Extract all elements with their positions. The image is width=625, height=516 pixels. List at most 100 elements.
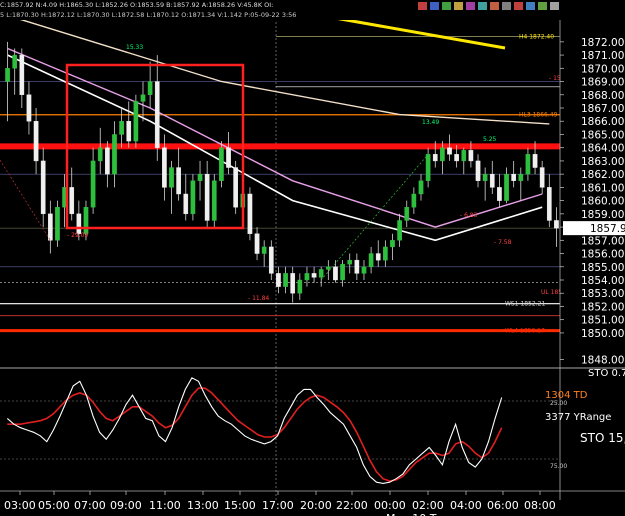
candle-body bbox=[119, 121, 124, 135]
osc-sto-label: STO 15, bbox=[580, 431, 625, 445]
candle-body bbox=[418, 180, 424, 195]
toolbar-icon[interactable] bbox=[442, 2, 451, 10]
candle-body bbox=[283, 273, 288, 287]
background bbox=[0, 0, 625, 516]
candle-body bbox=[375, 253, 381, 261]
toolbar-icon[interactable] bbox=[430, 2, 439, 10]
axis-tick-label: 1863.00 bbox=[581, 156, 624, 168]
axis-tick-label: 1861.00 bbox=[581, 182, 624, 194]
candle bbox=[190, 174, 196, 221]
candle-body bbox=[204, 173, 210, 221]
toolbar-icon[interactable] bbox=[514, 2, 523, 10]
osc-yrange-label: 3377 YRange bbox=[545, 412, 611, 423]
candle-body bbox=[5, 68, 10, 82]
toolbar-icon[interactable] bbox=[418, 2, 427, 10]
candle-body bbox=[468, 150, 474, 162]
axis-tick-label: 1862.00 bbox=[581, 169, 624, 181]
candle-body bbox=[69, 187, 75, 215]
candle-body bbox=[183, 193, 189, 215]
candle-body bbox=[226, 147, 231, 168]
candle-body bbox=[361, 266, 367, 274]
candle-body bbox=[397, 220, 402, 241]
axis-tick-label: 1853.00 bbox=[581, 288, 624, 300]
axis-tick-label: 1868.00 bbox=[581, 90, 624, 102]
axis-tick-label: 1869.00 bbox=[581, 77, 624, 89]
candle-body bbox=[190, 180, 196, 215]
candle-body bbox=[55, 207, 60, 241]
toolbar-icon[interactable] bbox=[490, 2, 499, 10]
axis-tick-label: 1851.00 bbox=[581, 315, 624, 327]
last-price-label: 1857.92 bbox=[590, 223, 625, 235]
candle-body bbox=[475, 160, 481, 181]
candle-body bbox=[546, 187, 552, 221]
candle-body bbox=[83, 207, 89, 234]
axis-tick-label: 1848.00 bbox=[581, 354, 624, 366]
date-label: May 10 Tue bbox=[386, 512, 449, 516]
candle-body bbox=[404, 207, 410, 221]
toolbar-icon[interactable] bbox=[526, 2, 535, 10]
candle-body bbox=[105, 147, 110, 175]
toolbar-icon[interactable] bbox=[466, 2, 475, 10]
time-tick-label: 08:00 bbox=[524, 499, 556, 512]
level-label: WS1 1852.21 bbox=[505, 301, 545, 308]
axis-tick-label: 1864.00 bbox=[581, 143, 624, 155]
axis-tick-label: 1870.00 bbox=[581, 63, 624, 75]
axis-tick-label: 1866.00 bbox=[581, 116, 624, 128]
candle-body bbox=[176, 167, 181, 195]
axis-tick-label: 1867.00 bbox=[581, 103, 624, 115]
time-tick-label: 04:00 bbox=[450, 499, 482, 512]
candle-body bbox=[311, 273, 317, 278]
time-tick-label: 13:00 bbox=[187, 499, 219, 512]
toolbar-icon[interactable] bbox=[454, 2, 463, 10]
toolbar-icon[interactable] bbox=[478, 2, 487, 10]
annotation-label: - 15 bbox=[549, 75, 561, 82]
candle-body bbox=[454, 154, 459, 162]
candle-body bbox=[482, 173, 488, 181]
annotation-label: - 7.58 bbox=[494, 239, 512, 246]
time-tick-label: 17:00 bbox=[262, 499, 294, 512]
candle-body bbox=[440, 147, 445, 162]
annotation-label: - 29.09 bbox=[67, 232, 88, 239]
candle-body bbox=[90, 160, 96, 208]
annotation-label: 13.49 bbox=[422, 119, 439, 126]
candle-body bbox=[432, 154, 438, 162]
candle-body bbox=[147, 81, 153, 95]
candle-body bbox=[162, 147, 167, 188]
candle-body bbox=[518, 173, 524, 181]
candle-body bbox=[233, 167, 239, 208]
candle-body bbox=[539, 167, 545, 188]
time-tick-label: 15:00 bbox=[224, 499, 256, 512]
toolbar-icon[interactable] bbox=[550, 2, 559, 10]
candle-body bbox=[197, 173, 203, 181]
candle-body bbox=[261, 246, 267, 254]
candle-body bbox=[211, 180, 217, 221]
candle-body bbox=[525, 154, 531, 175]
candle-body bbox=[254, 233, 260, 254]
level-label: H4 1872.40 bbox=[519, 34, 554, 41]
candle-body bbox=[368, 253, 374, 267]
axis-tick-label: 1856.00 bbox=[581, 249, 624, 261]
toolbar-icon[interactable] bbox=[502, 2, 511, 10]
candle-body bbox=[304, 273, 310, 281]
candle-body bbox=[276, 273, 281, 287]
candle-body bbox=[247, 193, 253, 234]
time-tick-label: 11:00 bbox=[149, 499, 181, 512]
candle-body bbox=[47, 213, 53, 241]
candle-body bbox=[325, 266, 331, 270]
axis-tick-label: 1860.00 bbox=[581, 196, 624, 208]
candle-body bbox=[318, 269, 324, 278]
candle-body bbox=[140, 94, 146, 102]
candle bbox=[219, 141, 224, 188]
chart-header: C:1857.92 N:4.09 H:1865.30 L:1852.26 O:1… bbox=[0, 0, 625, 20]
candle-body bbox=[340, 263, 345, 281]
axis-tick-label: 1857.00 bbox=[581, 235, 624, 247]
candle-body bbox=[511, 173, 517, 181]
candle bbox=[233, 160, 239, 214]
osc-sto-top-label: STO 0.7 bbox=[588, 368, 625, 379]
candle-body bbox=[489, 173, 495, 188]
axis-tick-label: 1852.00 bbox=[581, 301, 624, 313]
annotation-label: - 11.84 bbox=[248, 295, 269, 302]
header-line1: C:1857.92 N:4.09 H:1865.30 L:1852.26 O:1… bbox=[0, 1, 274, 9]
candle-body bbox=[425, 154, 431, 181]
toolbar-icon[interactable] bbox=[538, 2, 547, 10]
